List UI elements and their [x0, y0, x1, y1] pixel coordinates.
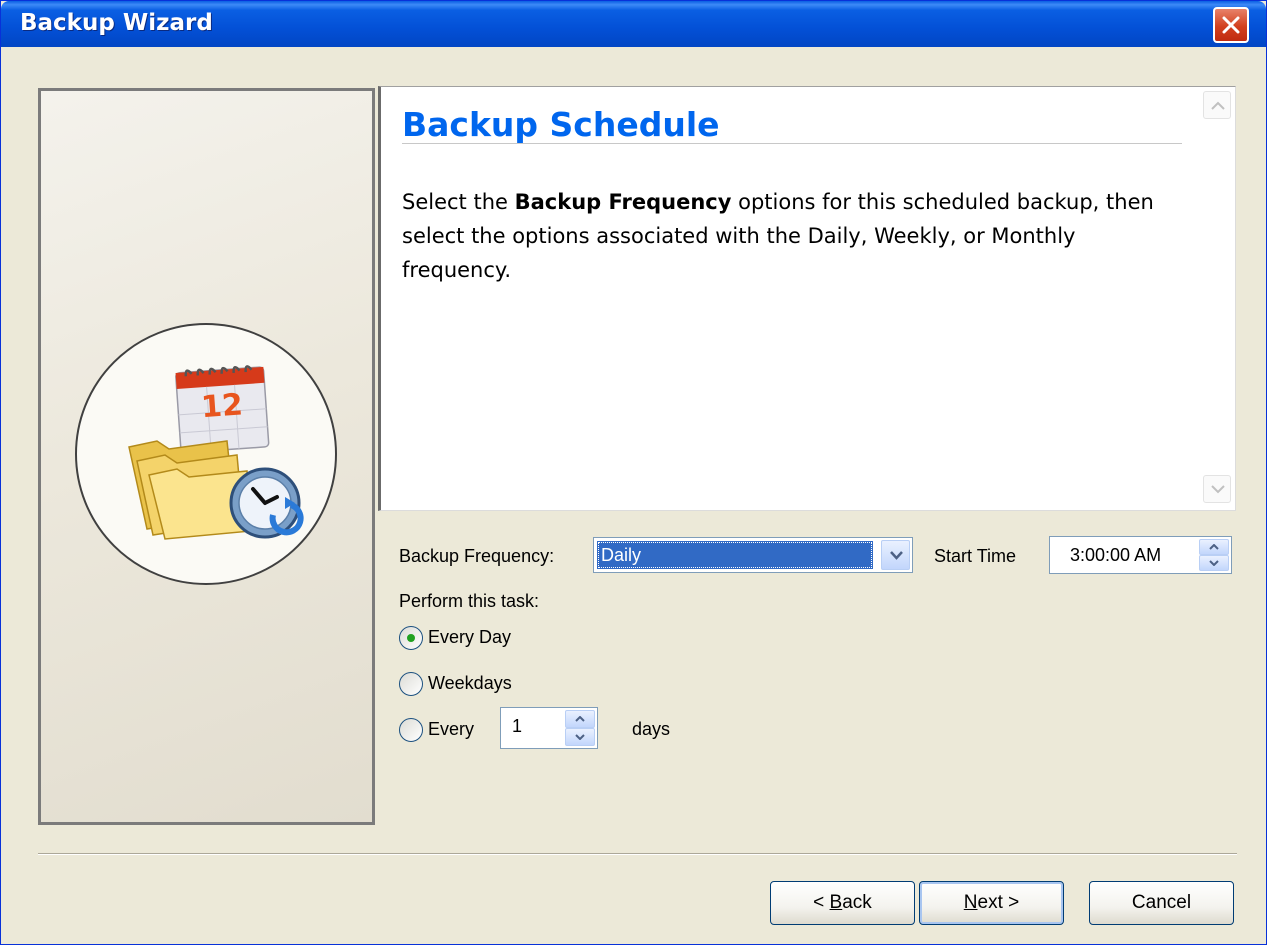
description-bold: Backup Frequency: [514, 190, 732, 214]
cancel-button[interactable]: Cancel: [1089, 881, 1234, 925]
arrow-up-icon: [1209, 544, 1219, 550]
footer-divider: [38, 853, 1237, 855]
description-text: Select the Backup Frequency options for …: [402, 185, 1182, 287]
close-button[interactable]: [1213, 7, 1249, 43]
wizard-side-panel: 12: [38, 88, 375, 825]
next-accelerator: N: [963, 892, 978, 913]
backup-wizard-window: Backup Wizard 12 Backup Schedule Select …: [0, 0, 1267, 945]
back-button[interactable]: < Back: [770, 881, 915, 925]
radio-every-n-days[interactable]: [399, 718, 423, 742]
chevron-down-icon: [1211, 485, 1225, 494]
radio-selected-dot: [407, 634, 415, 642]
start-time-spinner[interactable]: [1199, 539, 1229, 571]
page-title: Backup Schedule: [402, 105, 720, 144]
spin-down-button[interactable]: [1199, 555, 1229, 571]
close-x-icon: [1222, 16, 1240, 34]
spin-up-button[interactable]: [1199, 539, 1229, 555]
radio-every-label[interactable]: Every: [428, 719, 474, 740]
calendar-day-text: 12: [200, 387, 244, 425]
illustration-circle: 12: [75, 323, 337, 585]
scroll-up-button[interactable]: [1203, 91, 1231, 119]
arrow-down-icon: [575, 734, 585, 740]
description-lead: Select the: [402, 190, 515, 214]
dropdown-button[interactable]: [881, 540, 910, 570]
spin-down-button[interactable]: [565, 728, 595, 746]
next-button[interactable]: Next >: [919, 881, 1064, 925]
start-time-label: Start Time: [934, 546, 1017, 566]
radio-every-day[interactable]: [399, 626, 423, 650]
scroll-down-button[interactable]: [1203, 475, 1231, 503]
arrow-down-icon: [1209, 560, 1219, 566]
title-bar[interactable]: Backup Wizard: [1, 1, 1266, 47]
chevron-down-icon: [890, 551, 903, 560]
window-title: Backup Wizard: [20, 10, 213, 36]
arrow-up-icon: [575, 716, 585, 722]
description-panel: Backup Schedule Select the Backup Freque…: [378, 86, 1236, 511]
back-label: ack: [842, 892, 872, 913]
backup-frequency-value: Daily: [597, 541, 873, 569]
radio-every-day-label[interactable]: Every Day: [428, 627, 511, 648]
calendar-folder-clock-icon: 12: [128, 365, 304, 540]
days-label: days: [632, 719, 671, 739]
vertical-scrollbar[interactable]: [1203, 91, 1231, 503]
backup-frequency-label: Backup Frequency:: [399, 546, 555, 566]
days-interval-value: 1: [512, 716, 523, 736]
radio-weekdays[interactable]: [399, 672, 423, 696]
start-time-field[interactable]: 3:00:00 AM: [1049, 536, 1232, 574]
spin-up-button[interactable]: [565, 710, 595, 728]
next-label: ext >: [977, 892, 1020, 913]
days-interval-spinner[interactable]: [565, 710, 595, 746]
days-interval-field[interactable]: 1: [500, 707, 598, 749]
radio-weekdays-label[interactable]: Weekdays: [428, 673, 512, 694]
back-arrow-text: <: [813, 892, 830, 913]
chevron-up-icon: [1211, 101, 1225, 110]
backup-frequency-dropdown[interactable]: Daily: [593, 537, 913, 573]
title-divider: [402, 143, 1182, 144]
back-accelerator: B: [829, 892, 843, 913]
perform-task-label: Perform this task:: [399, 591, 540, 611]
start-time-value: 3:00:00 AM: [1070, 545, 1162, 565]
